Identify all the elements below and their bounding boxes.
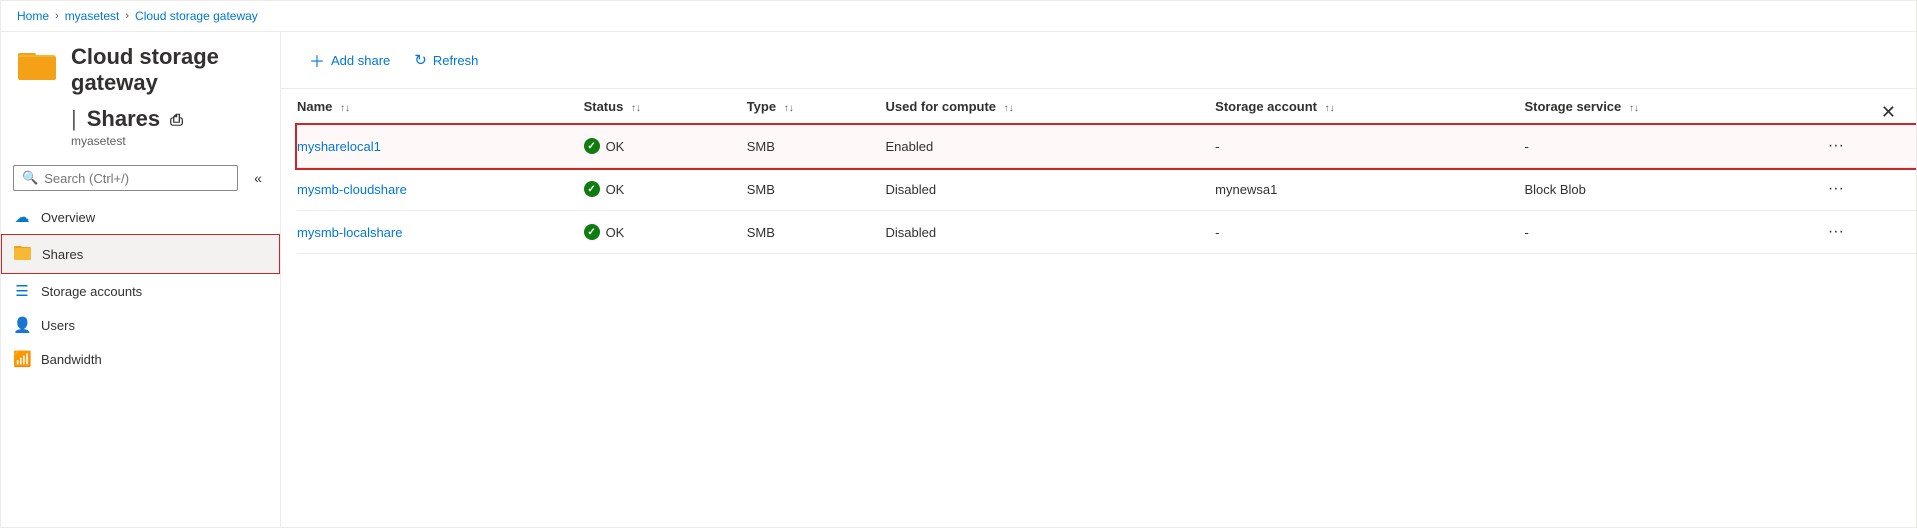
cell-status: OK	[584, 125, 747, 168]
cell-type: SMB	[747, 211, 886, 254]
search-box[interactable]: 🔍	[13, 165, 238, 191]
sidebar-item-shares-label: Shares	[42, 247, 83, 262]
row-more-button[interactable]: ···	[1822, 135, 1850, 157]
sidebar-nav: ☁ Overview Shares ☰ Storage accounts 👤 U…	[1, 200, 280, 376]
toolbar: ＋ Add share ↻ Refresh	[281, 32, 1916, 89]
main-layout: Cloud storage gateway | Shares ⎙ myasete…	[1, 32, 1916, 527]
col-header-actions	[1822, 89, 1916, 125]
sidebar-item-users[interactable]: 👤 Users	[1, 308, 280, 342]
cell-storage-service: -	[1524, 211, 1821, 254]
section-name: Shares	[87, 106, 160, 132]
cell-status: OK	[584, 211, 747, 254]
col-header-status[interactable]: Status ↑↓	[584, 89, 747, 125]
sort-icon-compute: ↑↓	[1004, 103, 1014, 114]
table-area: Name ↑↓ Status ↑↓ Type ↑↓	[281, 89, 1916, 527]
add-icon: ＋	[309, 48, 325, 72]
col-header-name[interactable]: Name ↑↓	[297, 89, 584, 125]
sort-icon-storage-service: ↑↓	[1629, 103, 1639, 114]
sidebar-item-overview-label: Overview	[41, 210, 95, 225]
close-button[interactable]: ✕	[1881, 102, 1896, 123]
col-header-used-for-compute[interactable]: Used for compute ↑↓	[886, 89, 1216, 125]
status-ok-text: OK	[606, 182, 625, 197]
sidebar: Cloud storage gateway | Shares ⎙ myasete…	[1, 32, 281, 527]
table-row: mysharelocal1OKSMBEnabled--···	[297, 125, 1916, 168]
search-row: 🔍 «	[1, 156, 280, 200]
cloud-icon: ☁	[13, 208, 31, 226]
sort-icon-status: ↑↓	[631, 103, 641, 114]
cell-actions: ···	[1822, 211, 1916, 254]
col-header-storage-service[interactable]: Storage service ↑↓	[1524, 89, 1821, 125]
content-area: ✕ ＋ Add share ↻ Refresh	[281, 32, 1916, 527]
status-ok-text: OK	[606, 139, 625, 154]
breadcrumb-sep-2: ›	[125, 10, 129, 22]
status-ok-icon	[584, 181, 600, 197]
cell-storage-service: -	[1524, 125, 1821, 168]
cell-used-for-compute: Disabled	[886, 211, 1216, 254]
collapse-sidebar-button[interactable]: «	[244, 164, 272, 192]
cell-status: OK	[584, 168, 747, 211]
add-share-label: Add share	[331, 53, 390, 68]
cell-storage-account: -	[1215, 125, 1524, 168]
col-header-type[interactable]: Type ↑↓	[747, 89, 886, 125]
sidebar-item-users-label: Users	[41, 318, 75, 333]
refresh-icon: ↻	[414, 51, 427, 69]
add-share-button[interactable]: ＋ Add share	[297, 42, 402, 78]
cell-used-for-compute: Enabled	[886, 125, 1216, 168]
status-ok-text: OK	[606, 225, 625, 240]
wifi-icon: 📶	[13, 350, 31, 368]
cell-actions: ···	[1822, 168, 1916, 211]
cell-used-for-compute: Disabled	[886, 168, 1216, 211]
sort-icon-type: ↑↓	[784, 103, 794, 114]
refresh-label: Refresh	[433, 53, 479, 68]
sidebar-item-shares[interactable]: Shares	[1, 234, 280, 274]
breadcrumb-home[interactable]: Home	[17, 9, 49, 23]
resource-name: Cloud storage gateway	[71, 44, 264, 96]
print-icon[interactable]: ⎙	[170, 112, 183, 130]
cell-storage-service: Block Blob	[1524, 168, 1821, 211]
table-row: mysmb-cloudshare OK SMBDisabledmynewsa1Blo…	[297, 168, 1916, 211]
table-row: mysmb-localshareOKSMBDisabled--···	[297, 211, 1916, 254]
shares-table: Name ↑↓ Status ↑↓ Type ↑↓	[297, 89, 1916, 254]
row-more-button[interactable]: ···	[1822, 178, 1850, 200]
sort-icon-name: ↑↓	[340, 103, 350, 114]
person-icon: 👤	[13, 316, 31, 334]
status-ok-icon	[584, 138, 600, 154]
header-title-block: Cloud storage gateway | Shares ⎙ myasete…	[71, 44, 264, 148]
cell-name[interactable]: mysmb-cloudshare	[297, 168, 584, 211]
sort-icon-storage-account: ↑↓	[1325, 103, 1335, 114]
list-icon: ☰	[13, 282, 31, 300]
breadcrumb-myasetest[interactable]: myasetest	[65, 9, 120, 23]
cell-storage-account: mynewsa1	[1215, 168, 1524, 211]
refresh-button[interactable]: ↻ Refresh	[402, 45, 490, 75]
row-more-button[interactable]: ···	[1822, 221, 1850, 243]
search-icon: 🔍	[22, 170, 38, 186]
sidebar-item-overview[interactable]: ☁ Overview	[1, 200, 280, 234]
status-ok-icon	[584, 224, 600, 240]
sidebar-item-bandwidth[interactable]: 📶 Bandwidth	[1, 342, 280, 376]
title-separator: |	[71, 106, 77, 132]
breadcrumb: Home › myasetest › Cloud storage gateway	[1, 1, 1916, 32]
page-title: Cloud storage gateway | Shares ⎙	[71, 44, 264, 132]
app-container: Home › myasetest › Cloud storage gateway…	[0, 0, 1917, 528]
header-subtitle: myasetest	[71, 134, 264, 148]
cell-storage-account: -	[1215, 211, 1524, 254]
sidebar-item-storage-accounts-label: Storage accounts	[41, 284, 142, 299]
table-header-row: Name ↑↓ Status ↑↓ Type ↑↓	[297, 89, 1916, 125]
cell-type: SMB	[747, 125, 886, 168]
folder-icon-large	[17, 44, 57, 84]
cell-actions: ···	[1822, 125, 1916, 168]
search-input[interactable]	[44, 171, 229, 186]
header-area: Cloud storage gateway | Shares ⎙ myasete…	[1, 32, 280, 156]
cell-name[interactable]: mysharelocal1	[297, 125, 584, 168]
sidebar-item-storage-accounts[interactable]: ☰ Storage accounts	[1, 274, 280, 308]
breadcrumb-sep-1: ›	[55, 10, 59, 22]
sidebar-item-bandwidth-label: Bandwidth	[41, 352, 102, 367]
cell-type: SMB	[747, 168, 886, 211]
col-header-storage-account[interactable]: Storage account ↑↓	[1215, 89, 1524, 125]
cell-name[interactable]: mysmb-localshare	[297, 211, 584, 254]
breadcrumb-current: Cloud storage gateway	[135, 9, 258, 23]
folder-icon	[14, 243, 32, 265]
